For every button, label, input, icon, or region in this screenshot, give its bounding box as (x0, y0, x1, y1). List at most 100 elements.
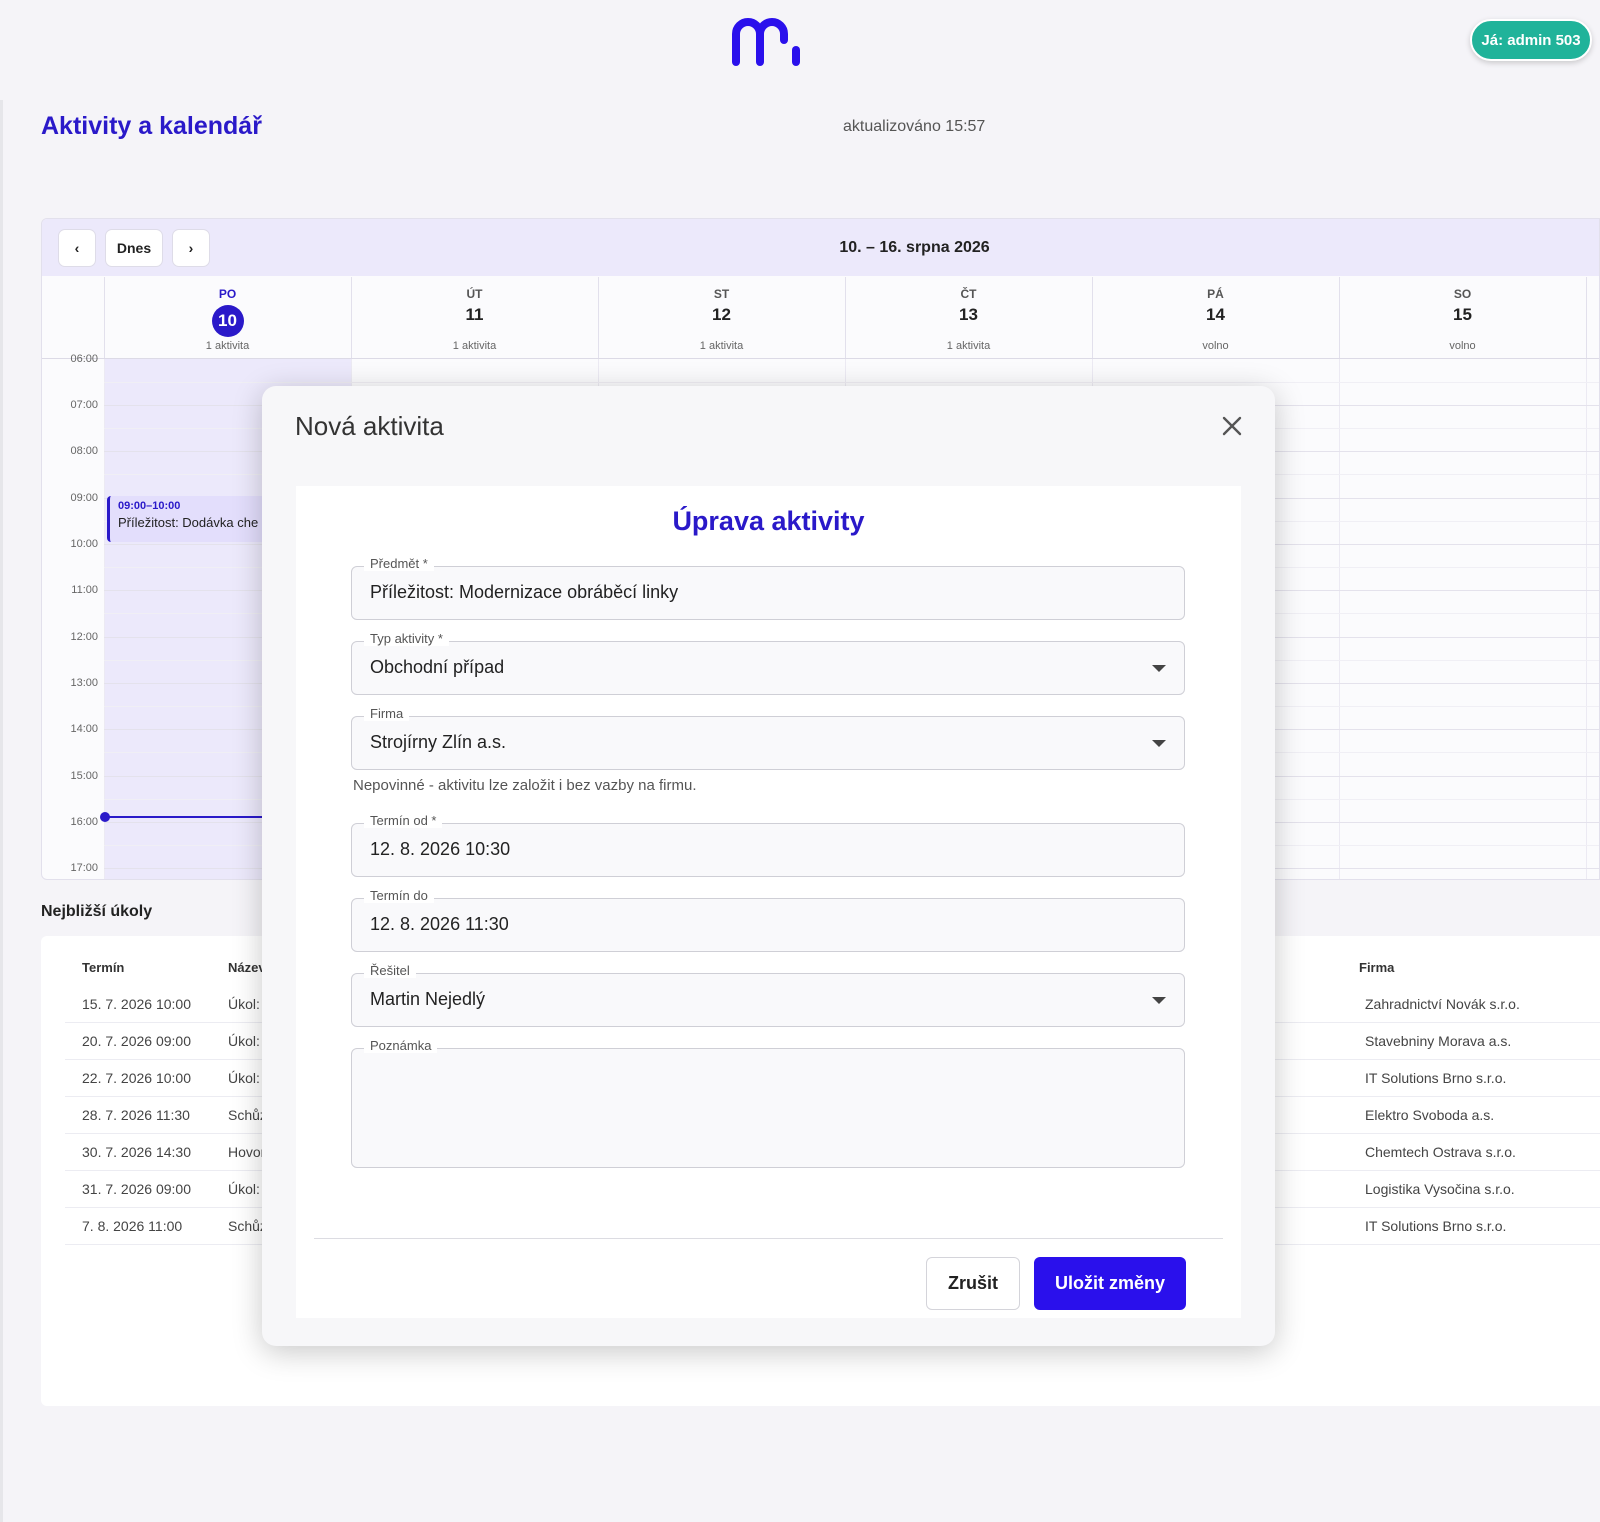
activity-form: Úprava aktivity Předmět * Příležitost: M… (296, 486, 1241, 1318)
new-activity-dialog: Nová aktivita Úprava aktivity Předmět * … (262, 386, 1275, 1346)
cell-firma: IT Solutions Brno s.r.o. (1365, 1218, 1507, 1234)
time-axis: 06:00 07:00 08:00 09:00 10:00 11:00 12:0… (42, 353, 104, 879)
time-label: 09:00 (70, 492, 98, 504)
cell-termin: 22. 7. 2026 10:00 (82, 1070, 191, 1086)
column-header-firma[interactable]: Firma (1359, 960, 1394, 975)
day-header-tue[interactable]: ÚT 11 1 aktivita (351, 277, 597, 358)
day-header-sun[interactable] (1586, 277, 1599, 358)
day-activity-count: volno (1449, 340, 1476, 352)
company-hint: Nepovinné - aktivitu lze založit i bez v… (353, 777, 697, 794)
subject-label: Předmět * (364, 556, 434, 571)
cell-nazev: Úkol: (228, 1070, 260, 1086)
calendar-toolbar: ‹ Dnes › 10. – 16. srpna 2026 (42, 219, 1599, 276)
assignee-select[interactable]: Řešitel Martin Nejedlý (351, 963, 1185, 1027)
day-header-fri[interactable]: PÁ 14 volno (1092, 277, 1338, 358)
cell-termin: 30. 7. 2026 14:30 (82, 1144, 191, 1160)
week-range-title: 10. – 16. srpna 2026 (42, 219, 1599, 276)
current-time-dot (100, 812, 110, 822)
dropdown-caret-icon[interactable] (1152, 740, 1166, 747)
time-label: 16:00 (70, 816, 98, 828)
day-header-sat[interactable]: SO 15 volno (1339, 277, 1585, 358)
company-value[interactable]: Strojírny Zlín a.s. (370, 732, 506, 753)
cell-termin: 15. 7. 2026 10:00 (82, 996, 191, 1012)
company-label: Firma (364, 706, 410, 721)
day-number: 11 (465, 305, 484, 324)
day-name: SO (1453, 287, 1472, 301)
cell-firma: Chemtech Ostrava s.r.o. (1365, 1144, 1516, 1160)
day-header-thu[interactable]: ČT 13 1 aktivita (845, 277, 1091, 358)
left-edge-divider (0, 100, 3, 1522)
week-range-text: 10. – 16. srpna 2026 (839, 239, 990, 256)
m-logo-icon[interactable] (728, 14, 808, 66)
activity-type-select[interactable]: Typ aktivity * Obchodní případ (351, 631, 1185, 695)
day-name: ÚT (466, 287, 483, 301)
day-column[interactable] (1586, 359, 1599, 879)
day-number: 14 (1206, 305, 1225, 324)
activity-type-label: Typ aktivity * (364, 631, 449, 646)
time-label: 08:00 (70, 445, 98, 457)
today-button[interactable]: Dnes (105, 229, 163, 267)
assignee-value[interactable]: Martin Nejedlý (370, 989, 485, 1010)
cell-nazev: Hovor (228, 1144, 266, 1160)
cell-firma: Elektro Svoboda a.s. (1365, 1107, 1495, 1123)
cell-nazev: Úkol: (228, 1033, 260, 1049)
time-label: 12:00 (70, 631, 98, 643)
cell-firma: Zahradnictví Novák s.r.o. (1365, 996, 1520, 1012)
cell-termin: 20. 7. 2026 09:00 (82, 1033, 191, 1049)
company-select[interactable]: Firma Strojírny Zlín a.s. (351, 706, 1185, 770)
footer-divider (314, 1238, 1223, 1239)
day-activity-count: 1 aktivita (946, 340, 991, 352)
time-label: 11:00 (71, 584, 98, 596)
day-name: PÁ (1207, 287, 1224, 301)
day-number: 12 (712, 305, 731, 324)
close-icon[interactable] (1218, 412, 1246, 440)
next-week-button[interactable]: › (172, 229, 210, 267)
updated-timestamp: aktualizováno 15:57 (843, 118, 986, 135)
cell-firma: Logistika Vysočina s.r.o. (1365, 1181, 1515, 1197)
day-number: 13 (959, 305, 978, 324)
day-number-today: 10 (211, 305, 244, 337)
time-label: 10:00 (70, 538, 98, 550)
day-activity-count: volno (1202, 340, 1229, 352)
column-header-termin[interactable]: Termín (82, 960, 124, 975)
date-to-value[interactable]: 12. 8. 2026 11:30 (370, 914, 509, 935)
tasks-section-title: Nejbližší úkoly (41, 903, 153, 920)
cell-nazev: Úkol: (228, 996, 260, 1012)
time-label: 07:00 (70, 399, 98, 411)
date-from-value[interactable]: 12. 8. 2026 10:30 (370, 839, 510, 860)
cancel-button[interactable]: Zrušit (926, 1257, 1020, 1310)
day-name: PO (218, 287, 237, 301)
prev-week-button[interactable]: ‹ (58, 229, 96, 267)
day-column[interactable] (1339, 359, 1586, 879)
day-activity-count: 1 aktivita (699, 340, 744, 352)
user-badge[interactable]: Já: admin 503 (1470, 19, 1592, 61)
page-title: Aktivity a kalendář (41, 112, 262, 140)
dropdown-caret-icon[interactable] (1152, 997, 1166, 1004)
subject-field[interactable]: Předmět * Příležitost: Modernizace obráb… (351, 556, 1185, 620)
dialog-title: Nová aktivita (295, 411, 444, 441)
day-name: ST (713, 287, 730, 301)
form-title: Úprava aktivity (672, 506, 865, 536)
date-to-label: Termín do (364, 888, 434, 903)
note-textarea[interactable]: Poznámka (351, 1038, 1185, 1168)
subject-value[interactable]: Příležitost: Modernizace obráběcí linky (370, 582, 678, 603)
time-label: 06:00 (70, 353, 98, 365)
date-to-field[interactable]: Termín do 12. 8. 2026 11:30 (351, 888, 1185, 952)
cell-termin: 7. 8. 2026 11:00 (82, 1218, 183, 1234)
dropdown-caret-icon[interactable] (1152, 665, 1166, 672)
note-label: Poznámka (364, 1038, 438, 1053)
day-header-mon[interactable]: PO 10 1 aktivita (104, 277, 350, 358)
cell-nazev: Úkol: (228, 1181, 260, 1197)
day-header-wed[interactable]: ST 12 1 aktivita (598, 277, 844, 358)
day-activity-count: 1 aktivita (205, 340, 250, 352)
cell-termin: 28. 7. 2026 11:30 (82, 1107, 190, 1123)
time-label: 15:00 (70, 770, 98, 782)
time-label: 17:00 (70, 862, 98, 874)
assignee-label: Řešitel (364, 963, 416, 978)
column-header-nazev[interactable]: Název (228, 960, 266, 975)
activity-type-value[interactable]: Obchodní případ (370, 657, 504, 678)
date-from-field[interactable]: Termín od * 12. 8. 2026 10:30 (351, 813, 1185, 877)
save-changes-button[interactable]: Uložit změny (1034, 1257, 1186, 1310)
date-from-label: Termín od * (364, 813, 443, 828)
time-label: 13:00 (70, 677, 98, 689)
